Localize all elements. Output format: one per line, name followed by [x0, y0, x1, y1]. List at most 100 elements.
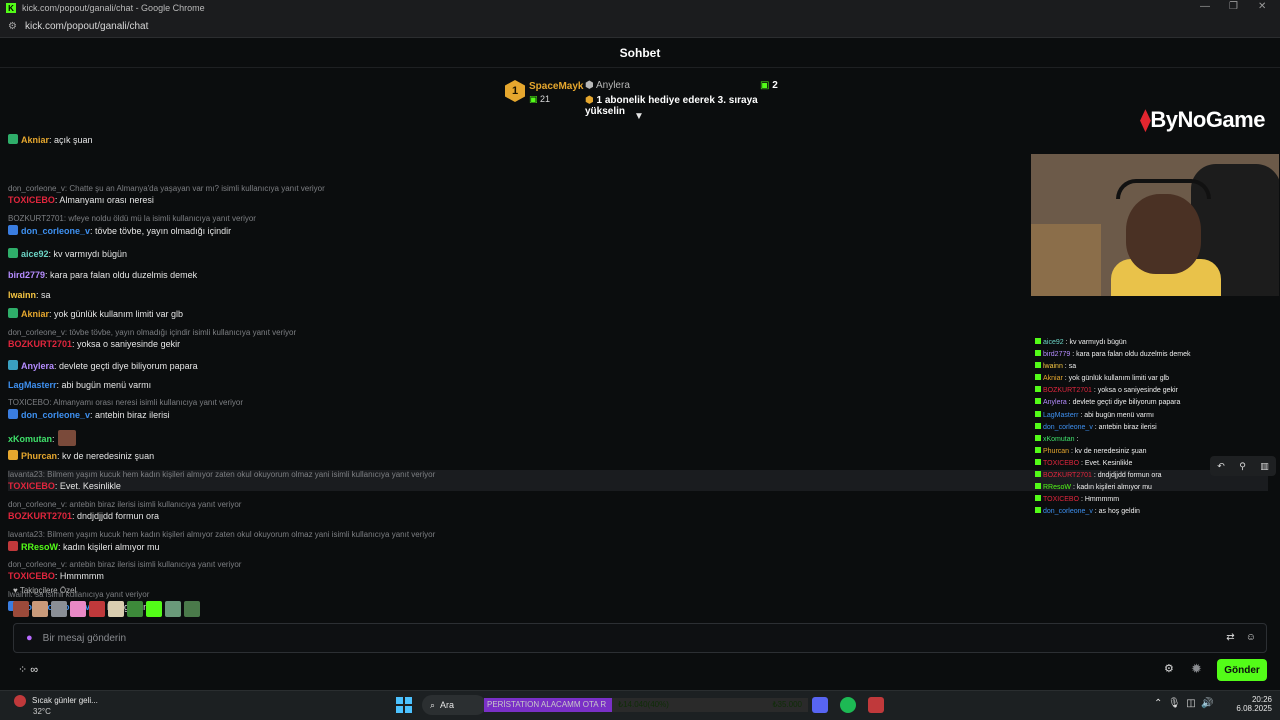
user-badge-icon — [8, 134, 18, 144]
chat-username[interactable]: Akniar — [21, 309, 49, 319]
user-badge-icon — [8, 450, 18, 460]
overlay-username: RResoW — [1043, 484, 1072, 492]
kick-badge-icon — [1035, 434, 1041, 441]
microphone-icon[interactable]: ● — [26, 632, 33, 644]
chat-username[interactable]: don_corleone_v — [21, 410, 90, 420]
chat-username[interactable]: Phurcan — [21, 451, 57, 461]
voicemeeter-icon[interactable] — [868, 697, 884, 713]
chat-message[interactable]: lavanta23: Bilmem yaşım kucuk hem kadın … — [8, 530, 1268, 552]
message-tools[interactable]: ↶ ⚲ ▥ — [1210, 456, 1276, 476]
close-icon[interactable]: ✕ — [1258, 1, 1266, 12]
overlay-text: : devlete geçti diye biliyorum papara — [1066, 399, 1181, 407]
translate-icon[interactable]: ⇄ — [1226, 632, 1234, 643]
page-title: Sohbet — [619, 45, 661, 60]
badge-settings-icon[interactable]: ✹ — [1191, 661, 1202, 677]
overlay-text: : kara para falan oldu duzelmis demek — [1070, 351, 1191, 359]
chat-username[interactable]: LagMasterr — [8, 380, 57, 390]
chat-text: : kv de neredesiniz şuan — [57, 451, 155, 461]
emote-icon[interactable] — [89, 601, 105, 617]
chat-username[interactable]: xKomutan — [8, 434, 52, 444]
message-input[interactable]: ● Bir mesaj gönderin ⇄ ☺ — [13, 623, 1267, 653]
pin-icon[interactable]: ⚲ — [1239, 461, 1246, 472]
chat-username[interactable]: TOXICEBO — [8, 195, 55, 205]
windows-taskbar: Sıcak günler geli... 32°C ⌕ Ara PERİSTAT… — [0, 690, 1280, 720]
follower-emote-row[interactable] — [13, 601, 200, 617]
donation-goal-bar: PERİSTATION ALACAMM OTA R ₺14.040(40%) ₺… — [484, 698, 808, 712]
reply-context[interactable]: don_corleone_v: antebin biraz ilerisi is… — [8, 560, 1268, 569]
message-placeholder[interactable]: Bir mesaj gönderin — [43, 633, 126, 644]
emote-icon[interactable] — [127, 601, 143, 617]
chat-username[interactable]: RResoW — [21, 542, 58, 552]
emote-icon[interactable] — [70, 601, 86, 617]
chat-text: : açık şuan — [49, 135, 93, 145]
delete-icon[interactable]: ▥ — [1260, 461, 1269, 472]
second-gift-count: ▣ 2 — [760, 80, 778, 91]
chat-username[interactable]: TOXICEBO — [8, 481, 55, 491]
weather-widget[interactable]: Sıcak günler geli... 32°C — [14, 695, 98, 716]
chat-username[interactable]: Anylera — [21, 361, 54, 371]
url-text[interactable]: kick.com/popout/ganali/chat — [25, 21, 148, 32]
start-button[interactable] — [396, 697, 412, 713]
chat-username[interactable]: bird2779 — [8, 270, 45, 280]
chat-text: : abi bugün menü varmı — [56, 380, 152, 390]
reply-icon[interactable]: ↶ — [1217, 461, 1225, 472]
emote-icon[interactable] — [165, 601, 181, 617]
address-bar[interactable]: ⚙ kick.com/popout/ganali/chat — [0, 16, 1280, 38]
overlay-username: TOXICEBO — [1043, 459, 1080, 467]
reply-context[interactable]: lwainn: sa isimli kullanıcıya yanıt veri… — [8, 590, 1268, 599]
second-gifter[interactable]: ⬢ Anylera — [585, 80, 630, 91]
taskbar-search[interactable]: ⌕ Ara — [422, 695, 486, 715]
chat-message[interactable]: don_corleone_v: antebin biraz ilerisi is… — [8, 560, 1268, 581]
chat-footer: ⁘ ∞ ⚙ ✹ Gönder — [0, 658, 1280, 684]
emote-icon[interactable] — [32, 601, 48, 617]
chat-text: : kv varmıydı bügün — [48, 249, 128, 259]
minimize-icon[interactable]: — — [1200, 1, 1210, 12]
overlay-username: bird2779 — [1043, 351, 1071, 359]
restore-icon[interactable]: ❐ — [1229, 1, 1238, 12]
emote-icon[interactable] — [13, 601, 29, 617]
send-button[interactable]: Gönder — [1217, 659, 1267, 681]
chat-username[interactable]: lwainn — [8, 290, 36, 300]
user-badge-icon — [8, 541, 18, 551]
system-tray[interactable]: ⌃ 🎙 ◫ 🔊 — [1154, 698, 1214, 709]
overlay-username: xKomutan — [1043, 435, 1075, 443]
chat-username[interactable]: BOZKURT2701 — [8, 511, 72, 521]
emote-icon[interactable] — [51, 601, 67, 617]
site-info-icon[interactable]: ⚙ — [8, 21, 17, 32]
emote-icon[interactable] — [146, 601, 162, 617]
expand-leaderboard-icon[interactable]: ▼ — [634, 111, 644, 122]
discord-icon[interactable] — [812, 697, 828, 713]
overlay-username: aice92 — [1043, 339, 1064, 346]
chat-username[interactable]: aice92 — [21, 249, 49, 259]
input-tools[interactable]: ⇄ ☺ — [1226, 632, 1256, 643]
overlay-text: : kv varmıydı bügün — [1063, 339, 1127, 346]
overlay-mini-chat: aice92 : kv varmıydı bügün bird2779 : kar… — [1035, 338, 1280, 519]
chat-username[interactable]: Akniar — [21, 135, 49, 145]
chat-text: : yok günlük kullanım limiti var glb — [49, 309, 184, 319]
user-badge-icon — [8, 360, 18, 370]
overlay-chat-line: don_corleone_v : as hoş geldin — [1035, 507, 1280, 519]
kick-badge-icon — [1035, 410, 1041, 417]
top-gifter-name[interactable]: SpaceMayk — [529, 81, 583, 92]
overlay-text: : abi bugün menü varmı — [1078, 411, 1154, 419]
kick-badge-icon — [1035, 386, 1041, 393]
emoji-icon[interactable]: ☺ — [1246, 632, 1256, 643]
chat-username[interactable]: don_corleone_v — [21, 226, 90, 236]
reply-context[interactable]: lavanta23: Bilmem yaşım kucuk hem kadın … — [8, 530, 1268, 539]
chat-username[interactable]: TOXICEBO — [8, 571, 55, 581]
chat-text: : Evet. Kesinlikle — [54, 481, 121, 491]
kick-points-icon[interactable]: ⁘ ∞ — [18, 663, 38, 676]
overlay-username: don_corleone_v — [1043, 423, 1093, 431]
emote-icon[interactable] — [184, 601, 200, 617]
emote-icon[interactable] — [57, 430, 76, 446]
emote-icon[interactable] — [108, 601, 124, 617]
kick-favicon-icon: K — [6, 3, 16, 13]
overlay-username: BOZKURT2701 — [1043, 387, 1092, 395]
overlay-text: : — [1074, 435, 1079, 443]
overlay-username: lwainn — [1043, 363, 1063, 371]
settings-icon[interactable]: ⚙ — [1164, 662, 1174, 675]
gift-leaderboard[interactable]: 1 SpaceMayk ▣ 21 ⬢ Anylera ▣ 2 ⬢ 1 abone… — [505, 78, 795, 118]
clock[interactable]: 20:26 6.08.2025 — [1232, 695, 1272, 713]
chat-username[interactable]: BOZKURT2701 — [8, 339, 72, 349]
spotify-icon[interactable] — [840, 697, 856, 713]
